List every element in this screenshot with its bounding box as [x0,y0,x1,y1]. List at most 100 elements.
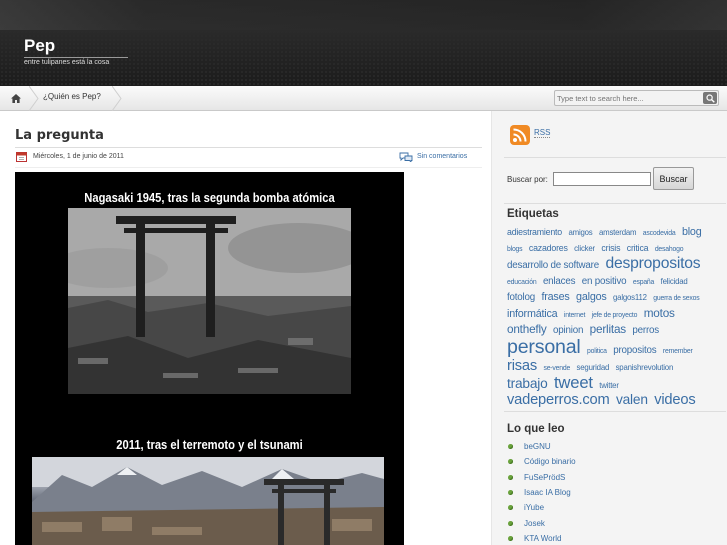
rss-icon[interactable] [510,125,530,145]
tag-link[interactable]: frases [541,291,569,303]
site-header: Pep entre tulipanes está la cosa [0,0,727,86]
tag-link[interactable]: se-vende [543,365,570,372]
tag-link[interactable]: españa [633,279,655,286]
blogroll-link[interactable]: iYube [524,503,544,512]
tag-link[interactable]: trabajo [507,376,548,391]
tag-link[interactable]: en positivo [582,276,627,287]
tag-link[interactable]: propositos [613,345,656,356]
search-icon [705,93,715,103]
torii-ruins-illustration [68,208,351,394]
search-button[interactable]: Buscar [653,167,694,190]
tag-link[interactable]: crisis [601,243,620,253]
site-title[interactable]: Pep [24,36,55,56]
tag-link[interactable]: despropositos [605,255,700,272]
bullet-icon [508,490,513,496]
header-search-button[interactable] [703,92,717,104]
tag-link[interactable]: blogs [507,246,523,253]
tag-link[interactable]: perros [632,325,659,336]
blogroll-item[interactable]: Isaac IA Blog [508,485,708,500]
sidebar: RSS Buscar por: Buscar Etiquetas adiestr… [491,111,727,545]
post-image[interactable]: Nagasaki 1945, tras la segunda bomba ató… [15,172,404,545]
blogroll-item[interactable]: iYube [508,500,708,515]
bullet-icon [508,520,513,526]
image-caption-bottom: 2011, tras el terremoto y el tsunami [116,437,303,452]
search-label: Buscar por: [507,175,548,184]
site-tagline: entre tulipanes está la cosa [24,59,110,66]
rss-link[interactable]: RSS [534,128,551,138]
bullet-icon [508,535,513,541]
tag-link[interactable]: informática [507,308,558,320]
tsunami-photo [32,457,384,545]
tag-link[interactable]: galgos112 [613,293,647,302]
comments-icon [399,152,413,162]
torii-mountains-illustration [32,457,384,545]
tag-link[interactable]: cazadores [529,243,568,253]
tag-link[interactable]: vadeperros.com [507,392,610,408]
blogroll-item[interactable]: KTA World [508,531,708,545]
nav-separator-icon [29,86,39,111]
tag-link[interactable]: fotolog [507,292,535,303]
divider [15,167,482,168]
tag-cloud: adiestramiento amigos amsterdam ascodevi… [507,223,721,408]
tag-link[interactable]: galgos [576,291,607,303]
tag-link[interactable]: motos [644,307,675,320]
nav-bar: ¿Quién es Pep? [0,86,727,111]
blogroll-item[interactable]: Código binario [508,454,708,469]
tag-link[interactable]: videos [654,392,695,408]
blogroll-link[interactable]: beGNU [524,442,551,451]
image-caption-top: Nagasaki 1945, tras la segunda bomba ató… [84,190,335,205]
bullet-icon [508,474,513,480]
tag-link[interactable]: enlaces [543,276,576,287]
blogroll-link[interactable]: Isaac IA Blog [524,488,571,497]
tag-link[interactable]: tweet [554,373,593,392]
nav-item-quien-es-pep[interactable]: ¿Quién es Pep? [43,92,101,101]
tag-link[interactable]: spanishrevolution [616,363,674,372]
blogroll-item[interactable]: FuSePrödS [508,470,708,485]
tag-link[interactable]: clicker [574,244,595,253]
home-button[interactable] [0,86,31,111]
tag-link[interactable]: blog [682,226,702,238]
tag-link[interactable]: ascodevida [643,230,676,237]
blogroll-item[interactable]: beGNU [508,439,708,454]
tag-link[interactable]: jefe de proyecto [592,312,638,319]
bullet-icon [508,459,513,465]
nav-separator-icon [112,86,122,111]
blogroll-link[interactable]: FuSePrödS [524,473,565,482]
tag-link[interactable]: seguridad [577,363,610,372]
tag-link[interactable]: remember [663,348,693,355]
bullet-icon [508,505,513,511]
tag-link[interactable]: desahogo [655,246,684,253]
search-input[interactable] [553,172,651,186]
divider [15,147,482,148]
comments-link[interactable]: Sin comentarios [417,153,467,160]
bullet-icon [508,444,513,450]
tag-link[interactable]: personal [507,336,581,358]
home-icon [10,94,21,103]
tag-link[interactable]: risas [507,358,537,374]
header-search-input[interactable] [557,92,697,104]
blogroll-link[interactable]: Código binario [524,457,576,466]
tag-link[interactable]: politica [587,348,607,355]
tag-link[interactable]: guerra de sexos [653,295,699,302]
tag-link[interactable]: desarrollo de software [507,260,599,271]
tag-link[interactable]: educación [507,279,537,286]
tag-link[interactable]: adiestramiento [507,227,562,237]
nagasaki-photo [68,208,351,394]
blogroll-link[interactable]: Josek [524,519,545,528]
tag-link[interactable]: twitter [599,381,619,390]
tags-title: Etiquetas [507,208,559,220]
tag-link[interactable]: amsterdam [599,228,637,237]
tag-link[interactable]: valen [616,392,648,407]
tag-link[interactable]: internet [564,312,585,319]
tag-link[interactable]: onthefly [507,323,547,336]
calendar-icon [16,152,27,162]
tag-link[interactable]: perlitas [590,323,626,336]
divider [504,203,726,204]
blogroll-item[interactable]: Josek [508,515,708,530]
post-title[interactable]: La pregunta [15,128,104,143]
blogroll-link[interactable]: KTA World [524,534,562,543]
tag-link[interactable]: felicidad [661,277,688,286]
tag-link[interactable]: critica [627,243,649,253]
tag-link[interactable]: amigos [568,228,592,237]
tag-link[interactable]: opinion [553,325,583,336]
